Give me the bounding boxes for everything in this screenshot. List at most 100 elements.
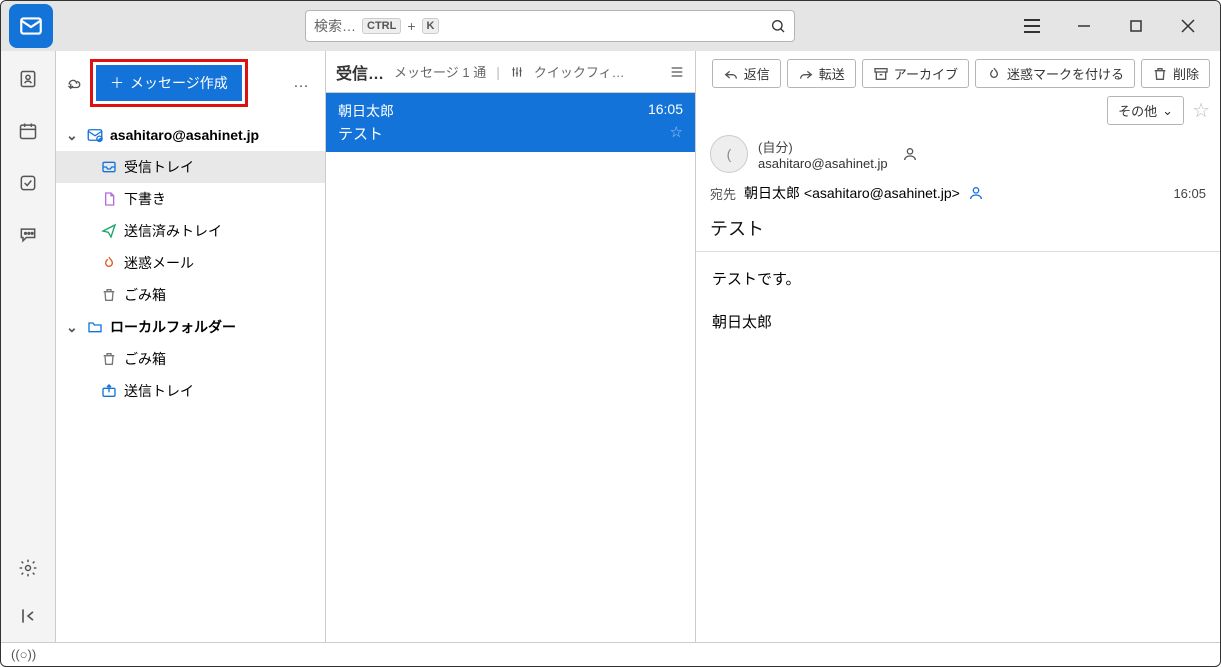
archive-button[interactable]: アーカイブ (862, 59, 969, 88)
appmenu-button[interactable] (1008, 6, 1056, 46)
message-time: 16:05 (1173, 186, 1206, 201)
message-header: ( (自分) asahitaro@asahinet.jp 宛先 朝日太郎 <as… (696, 131, 1220, 252)
spaces-toolbar (1, 51, 56, 642)
settings-icon[interactable] (18, 558, 38, 578)
maximize-button[interactable] (1112, 6, 1160, 46)
compose-label: メッセージ作成 (130, 73, 228, 93)
folder-drafts[interactable]: 下書き (56, 183, 325, 215)
folder-title: 受信… (336, 60, 384, 84)
folder-label: 受信トレイ (124, 157, 194, 177)
delete-button[interactable]: 削除 (1141, 59, 1210, 88)
contact-icon[interactable] (968, 185, 984, 201)
message-time: 16:05 (648, 101, 683, 121)
other-label: その他 (1118, 101, 1157, 120)
display-options-icon[interactable] (669, 64, 685, 80)
close-button[interactable] (1164, 6, 1212, 46)
junk-button[interactable]: 迷惑マークを付ける (975, 59, 1135, 88)
search-icon[interactable] (770, 18, 786, 34)
delete-label: 削除 (1173, 64, 1199, 83)
quickfilter-icon[interactable] (510, 65, 524, 79)
tasks-icon[interactable] (18, 173, 38, 193)
trash-icon (100, 351, 118, 367)
folder-pane: ＋ メッセージ作成 … ⌄ asahitaro@asahinet.jp 受信トレ… (56, 51, 326, 642)
titlebar: 検索… CTRL + K (1, 1, 1220, 51)
message-toolbar: 返信 転送 アーカイブ 迷惑マークを付ける 削除 (696, 51, 1220, 96)
body-line: 朝日太郎 (712, 309, 1204, 338)
message-reader: 返信 転送 アーカイブ 迷惑マークを付ける 削除 その他 ⌄ ☆ ( (自分) … (696, 51, 1220, 642)
addressbook-icon[interactable] (18, 69, 38, 89)
star-icon[interactable]: ☆ (1192, 98, 1210, 123)
message-list-header: 受信… メッセージ 1 通 | クイックフィ… (326, 51, 695, 93)
message-from: 朝日太郎 (338, 101, 394, 121)
junk-label: 迷惑マークを付ける (1007, 64, 1124, 83)
collapse-icon[interactable] (18, 606, 38, 626)
app-icon (9, 4, 53, 48)
chevron-down-icon: ⌄ (66, 319, 80, 336)
message-list-pane: 受信… メッセージ 1 通 | クイックフィ… 朝日太郎 16:05 テスト ☆ (326, 51, 696, 642)
contact-icon[interactable] (902, 146, 918, 162)
message-count: メッセージ 1 通 (394, 62, 486, 81)
folder-inbox[interactable]: 受信トレイ (56, 151, 325, 183)
message-subject: テスト (710, 215, 1206, 241)
folder-outbox[interactable]: 送信トレイ (56, 375, 325, 407)
local-folder-icon (86, 319, 104, 335)
draft-icon (100, 191, 118, 207)
folder-label: 送信済みトレイ (124, 221, 222, 241)
message-subject: テスト (338, 123, 383, 144)
outbox-icon (100, 383, 118, 399)
compose-button[interactable]: ＋ メッセージ作成 (96, 65, 242, 101)
junk-icon (100, 255, 118, 271)
chat-icon[interactable] (18, 225, 38, 245)
other-actions-button[interactable]: その他 ⌄ (1107, 96, 1184, 125)
plus-icon: ＋ (110, 73, 124, 93)
star-icon[interactable]: ☆ (670, 123, 683, 144)
sent-icon (100, 223, 118, 239)
compose-highlight: ＋ メッセージ作成 (90, 59, 248, 107)
folder-sent[interactable]: 送信済みトレイ (56, 215, 325, 247)
reply-button[interactable]: 返信 (712, 59, 781, 88)
account-row-local[interactable]: ⌄ ローカルフォルダー (56, 311, 325, 343)
folder-label: ごみ箱 (124, 285, 166, 305)
folder-label: 迷惑メール (124, 253, 194, 273)
forward-label: 転送 (819, 64, 845, 83)
to-display: 朝日太郎 <asahitaro@asahinet.jp> (744, 183, 960, 203)
quickfilter-label[interactable]: クイックフィ… (534, 62, 625, 81)
chevron-down-icon: ⌄ (1162, 103, 1173, 119)
from-self-label: (自分) (758, 137, 888, 156)
reply-label: 返信 (744, 64, 770, 83)
status-bar: ((○)) (1, 642, 1220, 666)
folder-tree: ⌄ asahitaro@asahinet.jp 受信トレイ 下書き 送信済みトレ… (56, 115, 325, 411)
from-email: asahitaro@asahinet.jp (758, 156, 888, 171)
kbd-plus: + (407, 18, 415, 34)
account-name: asahitaro@asahinet.jp (110, 127, 259, 143)
search-placeholder: 検索… (314, 16, 356, 36)
calendar-icon[interactable] (18, 121, 38, 141)
kbd-ctrl: CTRL (362, 18, 401, 34)
folder-label: 送信トレイ (124, 381, 194, 401)
sync-icon[interactable]: ((○)) (11, 647, 36, 662)
body-line: テストです。 (712, 266, 1204, 295)
account-row[interactable]: ⌄ asahitaro@asahinet.jp (56, 119, 325, 151)
kbd-k: K (422, 18, 440, 34)
folder-label: ごみ箱 (124, 349, 166, 369)
forward-button[interactable]: 転送 (787, 59, 856, 88)
account-icon (86, 126, 104, 144)
archive-label: アーカイブ (894, 64, 958, 83)
inbox-icon (100, 159, 118, 175)
avatar: ( (710, 135, 748, 173)
folder-local-trash[interactable]: ごみ箱 (56, 343, 325, 375)
message-item[interactable]: 朝日太郎 16:05 テスト ☆ (326, 93, 695, 152)
folder-label: 下書き (124, 189, 166, 209)
folder-more-button[interactable]: … (287, 74, 317, 92)
account-name: ローカルフォルダー (110, 317, 236, 337)
search-input[interactable]: 検索… CTRL + K (305, 10, 795, 42)
get-messages-icon[interactable] (64, 74, 82, 92)
minimize-button[interactable] (1060, 6, 1108, 46)
folder-trash[interactable]: ごみ箱 (56, 279, 325, 311)
folder-junk[interactable]: 迷惑メール (56, 247, 325, 279)
to-label: 宛先 (710, 184, 736, 203)
message-body: テストです。 朝日太郎 (696, 252, 1220, 351)
chevron-down-icon: ⌄ (66, 127, 80, 144)
trash-icon (100, 287, 118, 303)
separator: | (496, 64, 500, 80)
